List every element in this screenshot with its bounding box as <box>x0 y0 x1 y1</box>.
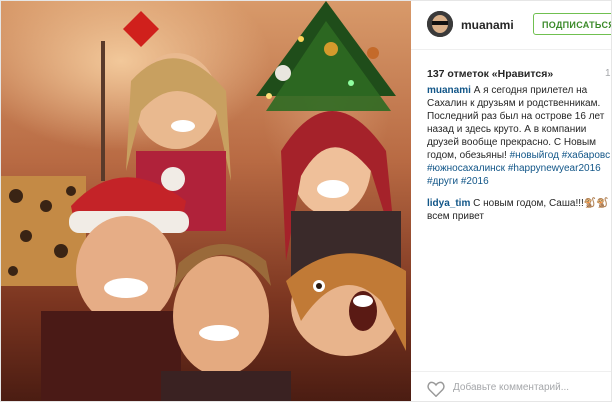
post-header: muanami ПОДПИСАТЬСЯ <box>411 1 611 50</box>
person-face <box>173 256 269 376</box>
add-comment-input[interactable]: Добавьте комментарий... <box>453 382 569 393</box>
likes-count[interactable]: 137 отметок «Нравится» <box>427 68 553 80</box>
comment-item: lidya_tim С новым годом, Саша!!!🐒🐒 всем … <box>427 197 611 223</box>
post-time[interactable]: 15 <box>605 68 611 79</box>
hashtag[interactable]: #хабаровс <box>562 150 610 161</box>
post-sidebar: muanami ПОДПИСАТЬСЯ 137 отметок «Нравитс… <box>411 1 611 401</box>
hashtag[interactable]: #happynewyear2016 <box>508 163 601 174</box>
follow-button[interactable]: ПОДПИСАТЬСЯ <box>533 13 611 35</box>
hashtag[interactable]: #новыйгод <box>510 150 559 161</box>
hashtag[interactable]: #2016 <box>461 176 489 187</box>
hashtag[interactable]: #южносахалинск <box>427 163 505 174</box>
group-selfie-photo[interactable] <box>1 1 411 401</box>
avatar-icon <box>427 11 453 37</box>
post-footer: Добавьте комментарий... <box>411 371 611 401</box>
person-face <box>76 216 176 326</box>
photo-illustration <box>1 1 406 401</box>
caption-username[interactable]: muanami <box>427 85 471 96</box>
gift-bow <box>123 11 159 47</box>
post-caption: muanami А я сегодня прилетел на Сахалин … <box>427 84 611 188</box>
avatar[interactable] <box>427 11 453 37</box>
hashtag[interactable]: #други <box>427 176 458 187</box>
ornament <box>275 65 291 81</box>
heart-icon[interactable] <box>427 381 445 397</box>
post-window: muanami ПОДПИСАТЬСЯ 137 отметок «Нравитс… <box>0 0 612 402</box>
username-link[interactable]: muanami <box>461 18 514 32</box>
comment-username[interactable]: lidya_tim <box>427 198 470 209</box>
